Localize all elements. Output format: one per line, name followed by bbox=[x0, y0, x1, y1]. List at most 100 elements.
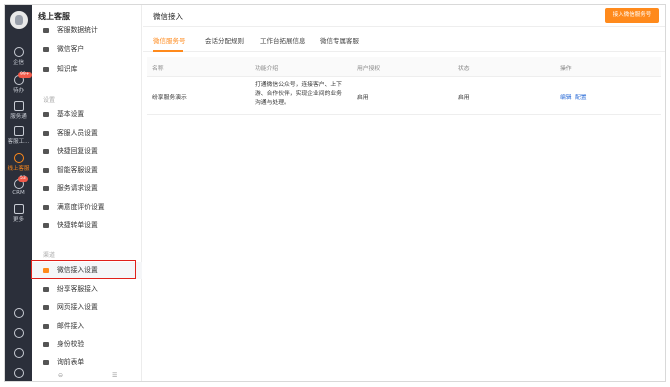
sidebar-item-pre-chat-form[interactable]: 询前表单 bbox=[32, 354, 142, 371]
sidebar-item-label: 客服数据统计 bbox=[57, 26, 98, 34]
tab-wechat-service[interactable]: 微信服务号 bbox=[153, 35, 186, 45]
settings-icon bbox=[13, 328, 24, 338]
rail-item-label: 客服工... bbox=[7, 139, 30, 145]
sidebar-item-basic-settings[interactable]: 基本设置 bbox=[32, 106, 142, 123]
tab-wechat-exclusive[interactable]: 微信专属客服 bbox=[320, 35, 359, 45]
history-button[interactable] bbox=[5, 348, 32, 360]
row-auth: 启用 bbox=[357, 95, 369, 101]
mail-icon bbox=[43, 324, 49, 329]
globe-icon bbox=[43, 305, 49, 310]
rail-item-workbench[interactable]: 客服工... bbox=[5, 126, 32, 145]
table-row: 纷享服务演示 打通微信公众号，连接客户、上下游、合作伙伴，实现企业间的业务沟通与… bbox=[147, 77, 661, 115]
chart-icon bbox=[43, 28, 49, 33]
heart-icon bbox=[43, 205, 49, 210]
sidebar-item-data-stats[interactable]: 客服数据统计 bbox=[32, 22, 142, 39]
form-icon bbox=[43, 360, 49, 365]
rail-item-more[interactable]: 更多 bbox=[5, 204, 32, 223]
main-content: 微信接入 接入微信服务号 微信服务号 会话分配规则 工作台拓展信息 微信专属客服… bbox=[143, 5, 665, 381]
column-header: 状态 bbox=[458, 66, 470, 72]
tab-bar: 微信服务号 会话分配规则 工作台拓展信息 微信专属客服 bbox=[143, 27, 665, 52]
column-header: 操作 bbox=[560, 66, 572, 72]
smile-icon bbox=[13, 153, 24, 163]
history-icon bbox=[13, 348, 24, 358]
sidebar-item-label: 网页接入设置 bbox=[57, 303, 98, 311]
column-header: 功能介绍 bbox=[255, 66, 279, 72]
rail-item-online-service[interactable]: 线上客服 bbox=[5, 153, 32, 172]
rail-item-label: 线上客服 bbox=[7, 166, 30, 172]
sidebar-item-label: 微信客户 bbox=[57, 45, 85, 53]
edit-link[interactable]: 编辑 bbox=[560, 92, 572, 101]
page-header: 微信接入 接入微信服务号 bbox=[143, 5, 665, 27]
calendar-icon bbox=[13, 101, 24, 111]
sidebar-footer: ⊖ ☰ bbox=[32, 371, 142, 381]
column-header: 用户授权 bbox=[357, 66, 381, 72]
rail-item-label: 服务通 bbox=[10, 114, 27, 120]
shield-icon bbox=[43, 342, 49, 347]
sidebar-item-label: 智能客服设置 bbox=[57, 166, 98, 174]
sidebar-item-label: 快捷转单设置 bbox=[57, 221, 98, 229]
sidebar-item-quick-reply[interactable]: 快捷回复设置 bbox=[32, 143, 142, 160]
document-icon bbox=[43, 186, 49, 191]
user-icon bbox=[13, 368, 24, 378]
row-description: 打通微信公众号，连接客户、上下游、合作伙伴，实现企业间的业务沟通与处理。 bbox=[255, 82, 342, 106]
gear-icon bbox=[43, 112, 49, 117]
search-icon[interactable]: ⊖ bbox=[58, 372, 63, 379]
global-nav-rail: 企信 99+ 待办 服务通 客服工... 线上客服 53 CRM 更多 bbox=[5, 5, 32, 381]
sidebar-title: 线上客服 bbox=[38, 12, 70, 21]
secondary-sidebar: 线上客服 客服数据统计 微信客户 知识库 设置 基本设置 客服人员设置 快捷回复… bbox=[32, 5, 142, 381]
tab-session-rules[interactable]: 会话分配规则 bbox=[205, 35, 244, 45]
rail-item-chat[interactable]: 企信 bbox=[5, 47, 32, 66]
sidebar-item-quick-transfer[interactable]: 快捷转单设置 bbox=[32, 217, 142, 234]
rail-item-label: 更多 bbox=[12, 217, 24, 223]
sidebar-item-identity-check[interactable]: 身份校验 bbox=[32, 336, 142, 353]
person-icon bbox=[43, 131, 49, 136]
company-logo[interactable] bbox=[10, 11, 28, 29]
sidebar-item-label: 满意度评价设置 bbox=[57, 203, 105, 211]
table-header: 名称 功能介绍 用户授权 状态 操作 bbox=[147, 57, 661, 77]
headset-icon bbox=[43, 287, 49, 292]
rail-item-crm[interactable]: 53 CRM bbox=[5, 176, 32, 196]
rail-item-todo[interactable]: 99+ 待办 bbox=[5, 72, 32, 94]
crm-badge: 53 bbox=[18, 176, 28, 182]
sidebar-item-email-access[interactable]: 邮件接入 bbox=[32, 318, 142, 335]
transfer-icon bbox=[43, 223, 49, 228]
box-icon bbox=[13, 126, 24, 136]
grid-icon bbox=[13, 204, 24, 214]
rail-item-label: CRM bbox=[12, 190, 25, 196]
channels-group-label: 渠道 bbox=[43, 252, 56, 259]
sidebar-item-web-access[interactable]: 网页接入设置 bbox=[32, 299, 142, 316]
settings-button[interactable] bbox=[5, 328, 32, 340]
row-status: 启用 bbox=[458, 95, 470, 101]
column-header: 名称 bbox=[152, 66, 164, 72]
sidebar-item-wechat-customers[interactable]: 微信客户 bbox=[32, 41, 142, 58]
rail-item-label: 待办 bbox=[12, 88, 24, 94]
reply-icon bbox=[43, 149, 49, 154]
menu-collapse-icon[interactable]: ☰ bbox=[112, 372, 117, 379]
sidebar-item-fxiaoke-access[interactable]: 纷享客服接入 bbox=[32, 281, 142, 298]
users-icon bbox=[43, 47, 49, 52]
connect-wechat-button[interactable]: 接入微信服务号 bbox=[605, 8, 659, 23]
rail-item-label: 企信 bbox=[12, 60, 24, 66]
sidebar-item-agent-settings[interactable]: 客服人员设置 bbox=[32, 125, 142, 142]
sidebar-item-knowledge-base[interactable]: 知识库 bbox=[32, 61, 142, 78]
help-button[interactable] bbox=[5, 308, 32, 320]
sidebar-item-label: 客服人员设置 bbox=[57, 129, 98, 137]
todo-badge: 99+ bbox=[18, 72, 32, 78]
settings-group-label: 设置 bbox=[43, 97, 56, 104]
tab-workbench-info[interactable]: 工作台拓展信息 bbox=[260, 35, 306, 45]
user-button[interactable] bbox=[5, 368, 32, 380]
sidebar-item-service-request[interactable]: 服务请求设置 bbox=[32, 180, 142, 197]
configure-link[interactable]: 配置 bbox=[575, 92, 587, 101]
sidebar-item-satisfaction[interactable]: 满意度评价设置 bbox=[32, 199, 142, 216]
sidebar-item-label: 身份校验 bbox=[57, 340, 85, 348]
sidebar-item-label: 基本设置 bbox=[57, 110, 85, 118]
help-icon bbox=[13, 308, 24, 318]
rail-item-service[interactable]: 服务通 bbox=[5, 101, 32, 120]
sidebar-item-label: 纷享客服接入 bbox=[57, 285, 98, 293]
sidebar-item-label: 快捷回复设置 bbox=[57, 147, 98, 155]
sidebar-item-smart-service[interactable]: 智能客服设置 bbox=[32, 162, 142, 179]
bulb-icon bbox=[43, 168, 49, 173]
sidebar-item-label: 知识库 bbox=[57, 65, 78, 73]
page-title: 微信接入 bbox=[153, 12, 183, 21]
app-window: 企信 99+ 待办 服务通 客服工... 线上客服 53 CRM 更多 线上客服… bbox=[4, 4, 666, 382]
